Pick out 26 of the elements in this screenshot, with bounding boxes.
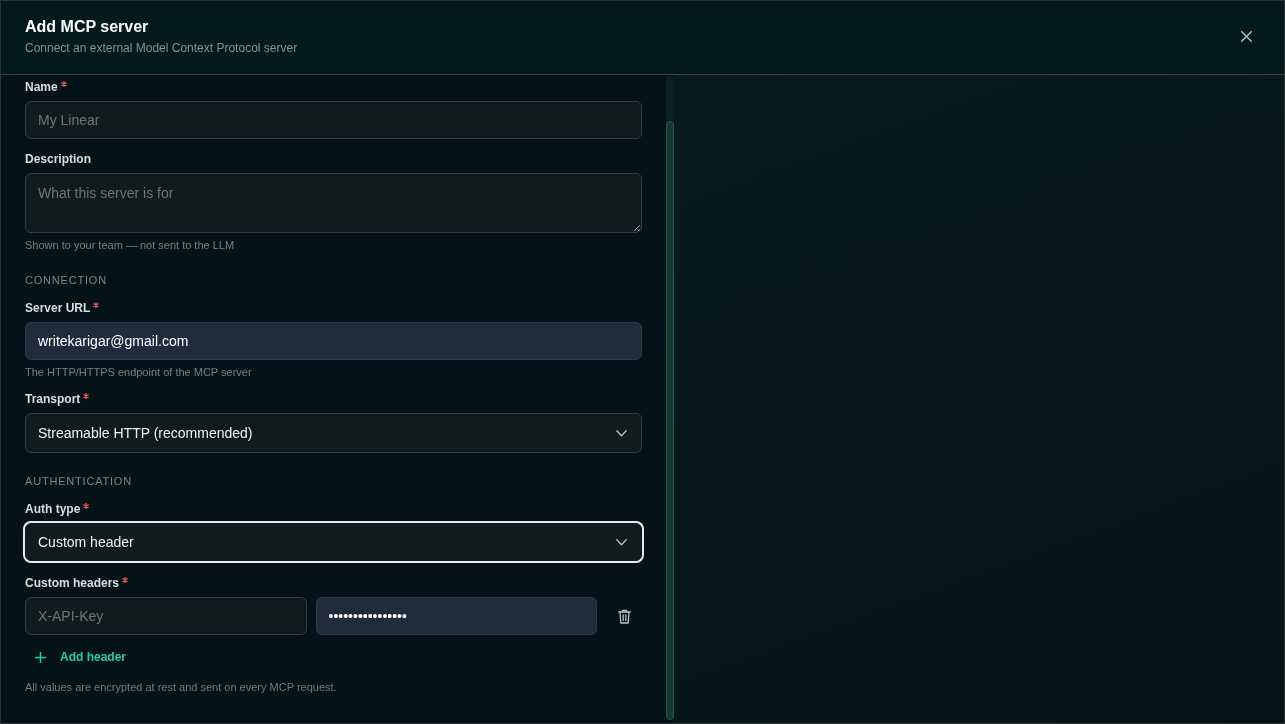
text-field[interactable]: My Linear — [25, 101, 642, 139]
chevron-down-icon — [616, 538, 627, 546]
dropdown-select[interactable]: Streamable HTTP (recommended) — [25, 413, 642, 453]
header-value-field[interactable]: •••••••••••••••• — [315, 597, 597, 635]
section-heading: AUTHENTICATION — [25, 474, 133, 488]
text-field[interactable]: writekarigar@gmail.com — [25, 322, 642, 360]
trash-icon — [617, 608, 631, 624]
help-text: Shown to your team — not sent to the LLM — [25, 238, 236, 252]
dropdown-select[interactable]: Custom header — [25, 523, 642, 561]
field-label: Custom headers — [25, 575, 120, 591]
dialog-subtitle: Connect an external Model Context Protocol server — [25, 40, 298, 56]
field-label: Auth type — [25, 501, 81, 517]
field-label: Name — [25, 79, 58, 95]
field-label: Server URL — [25, 300, 91, 316]
textarea-field[interactable]: What this server is for — [25, 173, 642, 233]
section-heading: CONNECTION — [25, 273, 108, 287]
chevron-down-icon — [616, 429, 627, 437]
dialog-title: Add MCP server — [25, 17, 150, 37]
plus-icon — [35, 651, 46, 663]
help-text: The HTTP/HTTPS endpoint of the MCP server — [25, 365, 253, 379]
help-text: All values are encrypted at rest and sent on every MCP request. — [25, 680, 338, 694]
add-header-button[interactable]: Add header — [31, 643, 132, 671]
field-label: Transport — [25, 391, 81, 407]
field-label: Description — [25, 151, 91, 167]
close-icon — [1240, 30, 1252, 42]
header-name-field[interactable]: X-API-Key — [25, 597, 307, 635]
